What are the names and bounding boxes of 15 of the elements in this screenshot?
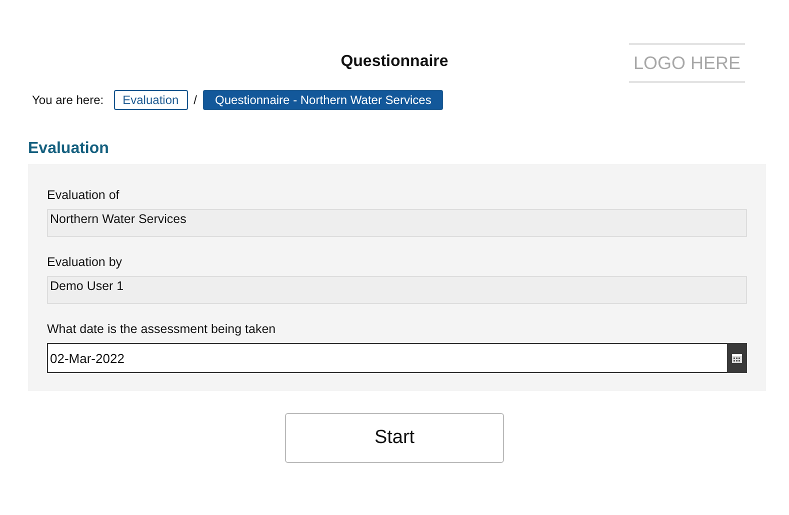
section-heading: Evaluation	[28, 140, 110, 158]
field-label: Evaluation of	[47, 188, 120, 202]
field-label: Evaluation by	[47, 255, 124, 269]
date-field[interactable]: 02-Mar-2022	[47, 343, 727, 373]
page-title: Questionnaire	[340, 53, 448, 71]
breadcrumb-separator: /	[194, 93, 198, 107]
calendar-icon[interactable]	[727, 343, 747, 373]
breadcrumb-item[interactable]: Questionnaire - Northern Water Services	[203, 90, 444, 110]
breadcrumb-item[interactable]: Evaluation	[114, 90, 188, 110]
logo-text: LOGO HERE	[633, 52, 741, 74]
breadcrumb-label: You are here:	[32, 93, 104, 107]
readonly-field: Northern Water Services	[47, 209, 747, 237]
field-label: What date is the assessment being taken	[47, 322, 277, 336]
readonly-field: Demo User 1	[47, 276, 747, 304]
start-button[interactable]: Start	[285, 413, 504, 463]
